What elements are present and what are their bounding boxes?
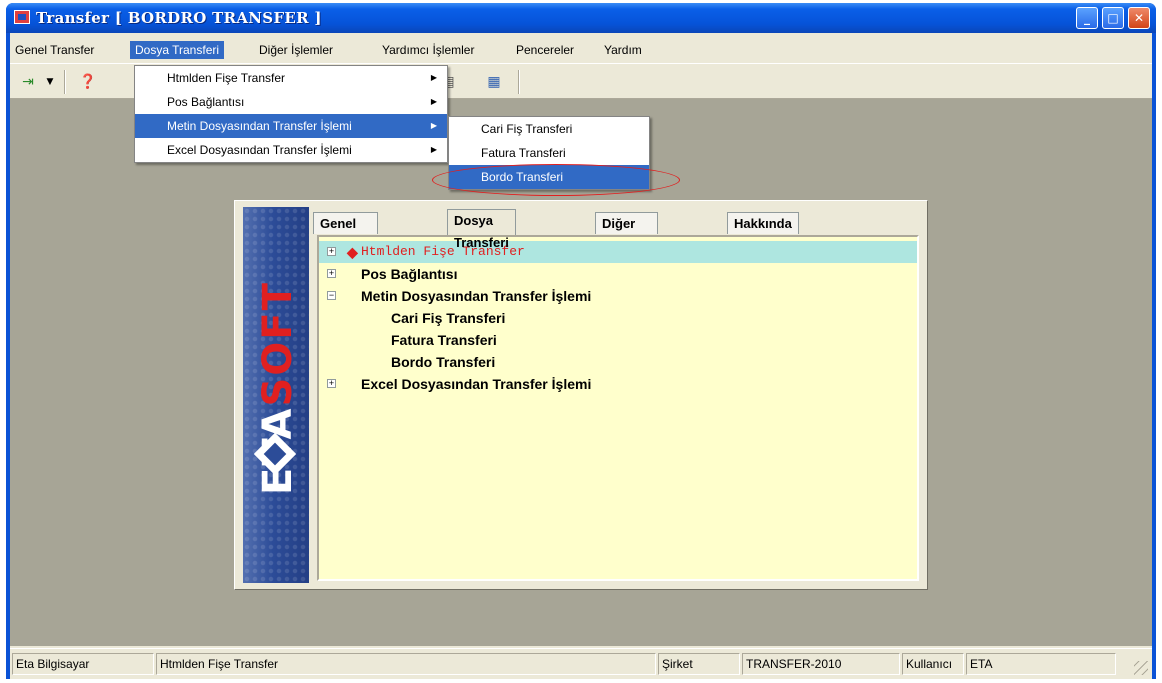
menu-pencereler[interactable]: Pencereler: [511, 41, 579, 59]
tree-item-label: Cari Fiş Transferi: [391, 310, 506, 326]
menu-item-label: Htmlden Fişe Transfer: [167, 71, 286, 85]
exit-icon[interactable]: ⇥: [18, 72, 38, 92]
submenu-item-cari[interactable]: Cari Fiş Transferi: [449, 117, 649, 141]
menu-item-htmlden[interactable]: Htmlden Fişe Transfer ▶: [135, 66, 447, 90]
tree-item-label: Bordo Transferi: [391, 354, 496, 370]
tree-item-label: Pos Bağlantısı: [361, 266, 458, 282]
dosya-transferi-dropdown: Htmlden Fişe Transfer ▶ Pos Bağlantısı ▶ M…: [134, 65, 448, 163]
expand-icon[interactable]: +: [327, 247, 336, 256]
tree-item-excel[interactable]: + Excel Dosyasından Transfer İşlemi: [319, 373, 917, 395]
tree-item-pos[interactable]: + Pos Bağlantısı: [319, 263, 917, 285]
transfer-tree: + ◆ Htmlden Fişe Transfer + Pos Bağlantı…: [317, 235, 919, 581]
calendar-icon[interactable]: ▦: [484, 72, 504, 92]
status-current-item: Htmlden Fişe Transfer: [156, 653, 656, 675]
pointer-arrow-icon: ◆: [347, 244, 358, 260]
resize-grip[interactable]: [1134, 661, 1148, 675]
window-title: Transfer [ BORDRO TRANSFER ]: [36, 9, 322, 27]
menu-item-metin[interactable]: Metin Dosyasından Transfer İşlemi ▶: [135, 114, 447, 138]
tree-item-label: Fatura Transferi: [391, 332, 497, 348]
status-user-value: ETA: [966, 653, 1116, 675]
menu-item-label: Metin Dosyasından Transfer İşlemi: [167, 119, 352, 133]
menu-diger-islemler[interactable]: Diğer İşlemler: [254, 41, 338, 59]
tree-item-label: Excel Dosyasından Transfer İşlemi: [361, 376, 592, 392]
menu-bar: Genel Transfer Dosya Transferi Diğer İşl…: [10, 39, 1152, 61]
menu-item-label: Pos Bağlantısı: [167, 95, 245, 109]
submenu-arrow-icon: ▶: [430, 121, 437, 130]
close-button[interactable]: ✕: [1128, 7, 1150, 29]
status-user-label: Kullanıcı: [902, 653, 964, 675]
title-bar[interactable]: Transfer [ BORDRO TRANSFER ] _ □ ✕: [6, 3, 1156, 33]
etasoft-logo: ETASOFT: [243, 207, 309, 583]
transfer-panel: ETASOFT Genel Transfer Dosya Transferi D…: [234, 200, 928, 590]
expand-icon[interactable]: +: [327, 379, 336, 388]
menu-genel-transfer[interactable]: Genel Transfer: [10, 41, 99, 59]
status-company-value: TRANSFER-2010: [742, 653, 900, 675]
expand-icon[interactable]: +: [327, 269, 336, 278]
status-bar: Eta Bilgisayar Htmlden Fişe Transfer Şir…: [10, 648, 1152, 679]
tree-item-label: Metin Dosyasından Transfer İşlemi: [361, 288, 592, 304]
dropdown-arrow-icon[interactable]: ▼: [40, 72, 60, 92]
menu-item-pos[interactable]: Pos Bağlantısı ▶: [135, 90, 447, 114]
status-company-name: Eta Bilgisayar: [12, 653, 154, 675]
menu-dosya-transferi[interactable]: Dosya Transferi: [130, 41, 225, 59]
tree-item-cari[interactable]: Cari Fiş Transferi: [319, 307, 917, 329]
collapse-icon[interactable]: −: [327, 291, 336, 300]
status-company-label: Şirket: [658, 653, 740, 675]
tab-dosya-transferi[interactable]: Dosya Transferi: [447, 209, 516, 250]
maximize-button[interactable]: □: [1102, 7, 1124, 29]
tree-item-bordo[interactable]: Bordo Transferi: [319, 351, 917, 373]
menu-item-label: Excel Dosyasından Transfer İşlemi: [167, 143, 352, 157]
submenu-item-fatura[interactable]: Fatura Transferi: [449, 141, 649, 165]
menu-yardim[interactable]: Yardım: [599, 41, 647, 59]
toolbar-separator: [64, 70, 66, 94]
tree-item-htmlden[interactable]: + ◆ Htmlden Fişe Transfer: [319, 241, 917, 263]
menu-item-excel[interactable]: Excel Dosyasından Transfer İşlemi ▶: [135, 138, 447, 162]
tab-genel-transfer[interactable]: Genel Transfer: [313, 212, 379, 253]
tab-hakkinda[interactable]: Hakkında: [727, 212, 799, 234]
submenu-arrow-icon: ▶: [430, 73, 437, 82]
toolbar-separator: [518, 70, 520, 94]
help-icon[interactable]: ❓: [78, 72, 98, 92]
tree-item-metin[interactable]: − Metin Dosyasından Transfer İşlemi: [319, 285, 917, 307]
submenu-arrow-icon: ▶: [430, 97, 437, 106]
minimize-button[interactable]: _: [1076, 7, 1098, 29]
app-icon[interactable]: [14, 10, 30, 24]
submenu-arrow-icon: ▶: [430, 145, 437, 154]
menu-yardimci-islemler[interactable]: Yardımcı İşlemler: [377, 41, 479, 59]
tab-diger-islemler[interactable]: Diğer İşlemler: [595, 212, 659, 253]
highlight-ellipse: [432, 164, 680, 196]
tree-item-fatura[interactable]: Fatura Transferi: [319, 329, 917, 351]
